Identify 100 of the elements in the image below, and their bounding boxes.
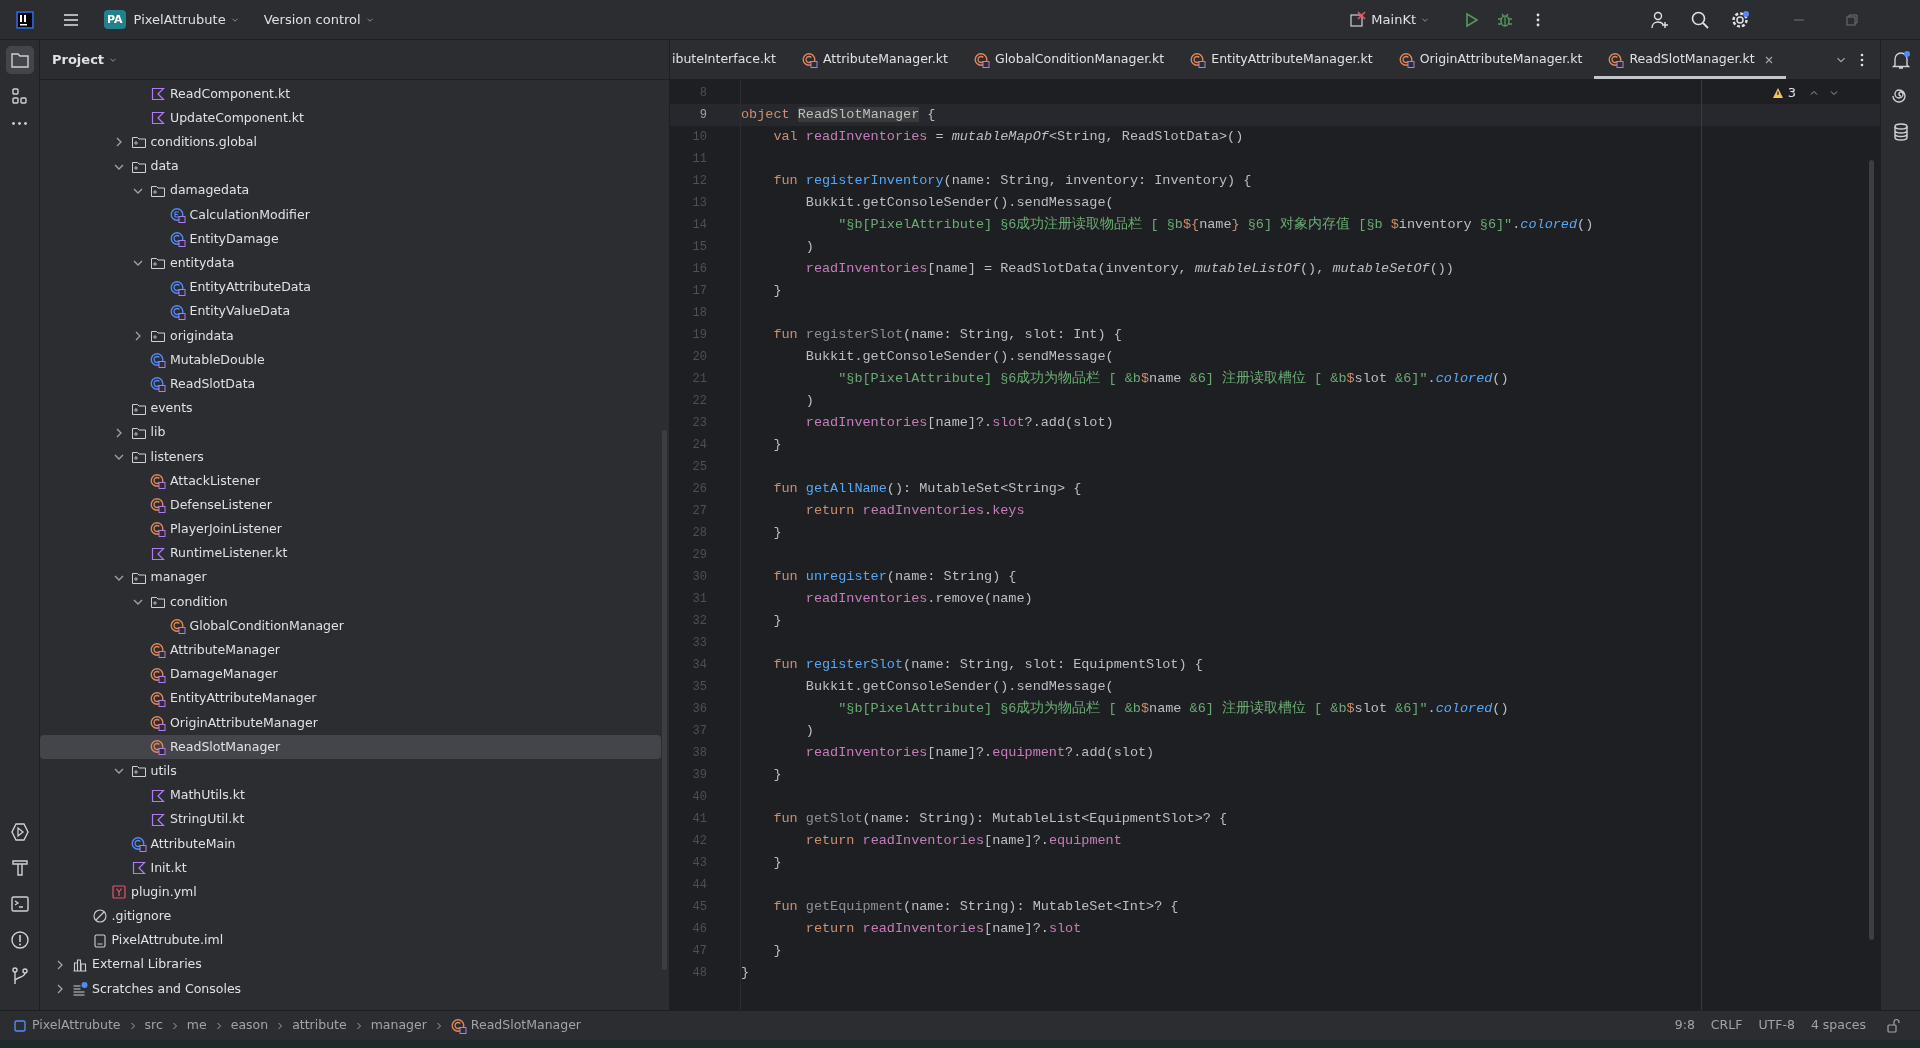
breadcrumb[interactable]: ReadSlotManager (448, 1016, 583, 1035)
code-line: } (772, 854, 783, 872)
vcs-selector[interactable]: Version control (259, 9, 379, 30)
editor-tab[interactable]: GlobalConditionManager.kt (959, 40, 1177, 79)
breadcrumb[interactable]: eason (228, 1016, 271, 1035)
editor-tab[interactable]: ibuteInterface.kt (670, 40, 788, 79)
code-line: fun registerSlot(name: String, slot: EquipmentSlot) { (772, 656, 1204, 674)
tree-item[interactable]: EntityAttributeManager (40, 686, 661, 711)
tree-item[interactable]: DamageManager (40, 662, 661, 687)
code-line: fun getAllName(): MutableSet<String> { (772, 480, 1083, 498)
app-logo-icon[interactable] (16, 10, 34, 29)
code-line: return readInventories.keys (804, 502, 1026, 520)
dots-icon (12, 122, 27, 125)
editor-tab[interactable]: AttributeManager.kt (788, 40, 960, 79)
tree-item[interactable]: .gitignore (40, 904, 661, 929)
tree-item[interactable]: manager (40, 565, 661, 590)
code-line: fun registerSlot(name: String, slot: Int) { (772, 326, 1123, 344)
code-line: return readInventories[name]?.slot (804, 920, 1083, 938)
folder-icon (150, 594, 166, 611)
breadcrumb[interactable]: me (184, 1016, 209, 1035)
tree-item[interactable]: ReadSlotManager (40, 735, 661, 760)
close-icon[interactable] (1763, 54, 1774, 65)
editor-tab[interactable]: ReadSlotManager.kt (1594, 40, 1786, 79)
tree-item[interactable]: DefenseListener (40, 493, 661, 518)
tree-item[interactable]: EntityAttributeData (40, 275, 661, 300)
code-line: } (772, 524, 783, 542)
tree-item[interactable]: plugin.yml (40, 880, 661, 905)
tree-item[interactable]: utils (40, 759, 661, 784)
tree-item[interactable]: AttributeMain (40, 831, 661, 856)
project-tool-button[interactable] (5, 46, 34, 74)
folder-icon (150, 255, 166, 272)
scrollbar[interactable] (662, 430, 667, 970)
object-icon (169, 618, 186, 635)
warning-icon (1771, 86, 1784, 99)
tree-item[interactable]: ReadSlotData (40, 372, 661, 397)
code-line: fun unregister(name: String) { (772, 568, 1018, 586)
tree-item[interactable]: lib (40, 420, 661, 445)
breadcrumb[interactable]: manager (368, 1016, 429, 1035)
hammer-icon (9, 858, 30, 878)
tree-item[interactable]: listeners (40, 444, 661, 469)
tree-item[interactable]: Init.kt (40, 856, 661, 881)
object-icon (150, 642, 166, 659)
tree-item[interactable]: MutableDouble (40, 348, 661, 373)
status-item[interactable]: 9:8 (1666, 1016, 1703, 1035)
restore-icon (1844, 11, 1860, 28)
tree-item[interactable]: MathUtils.kt (40, 783, 661, 808)
tree-item[interactable]: EntityDamage (40, 227, 661, 252)
code-line: "§b[PixelAttribute] §6成功为物品栏 [ &b$name &6] 注册读取槽位 [ &b$slot &6]".colored() (837, 699, 1510, 718)
tree-item[interactable]: AttributeManager (40, 638, 661, 663)
status-item[interactable]: CRLF (1702, 1016, 1751, 1035)
tree-item[interactable]: AttackListener (40, 469, 661, 494)
terminal-icon (9, 894, 30, 914)
tree-item[interactable]: condition (40, 589, 661, 615)
search-icon (1690, 9, 1710, 30)
structure-icon (9, 86, 30, 106)
code-line: readInventories[name]?.equipment?.add(slot) (804, 744, 1156, 762)
code-line: Bukkit.getConsoleSender().sendMessage( (804, 678, 1115, 696)
object-icon (802, 51, 818, 68)
code-line: Bukkit.getConsoleSender().sendMessage( (804, 348, 1115, 366)
tree-item[interactable]: OriginAttributeManager (40, 710, 661, 736)
tree-item[interactable]: UpdateComponent.kt (40, 106, 661, 131)
object-icon (1190, 51, 1207, 68)
status-item[interactable]: 4 spaces (1802, 1016, 1874, 1035)
kotlin-file-icon (150, 545, 166, 562)
tree-item[interactable]: damagedata (40, 178, 661, 203)
tree-item[interactable]: StringUtil.kt (40, 807, 661, 832)
tree-item[interactable]: External Libraries (40, 952, 661, 977)
tree-item[interactable]: GlobalConditionManager (40, 614, 661, 639)
code-line: "§b[PixelAttribute] §6成功注册读取物品栏 [ §b${name} §6] 对象内存值 [§b $inventory §6]".colored() (837, 215, 1595, 234)
tree-item[interactable]: PixelAttrubute.iml (40, 928, 661, 953)
workspace-switcher[interactable]: PA PixelAttrubute (100, 6, 244, 33)
tree-item[interactable]: CalculationModifier (40, 202, 661, 228)
branch-icon (9, 966, 30, 986)
tree-item[interactable]: RuntimeListener.kt (40, 541, 661, 566)
tree-item[interactable]: origindata (40, 323, 661, 349)
warnings-indicator[interactable]: 3 (1771, 86, 1796, 99)
editor-tab[interactable]: OriginAttributeManager.kt (1384, 40, 1595, 79)
tree-item[interactable]: ReadComponent.kt (40, 82, 661, 107)
editor-tab[interactable]: EntityAttributeManager.kt (1176, 40, 1385, 79)
run-configuration-selector[interactable]: MainKt (1345, 6, 1434, 33)
breadcrumb[interactable]: PixelAttrubute (10, 1016, 123, 1035)
kotlin-file-icon (150, 110, 166, 127)
tree-item[interactable]: entitydata (40, 251, 661, 276)
tree-item[interactable]: Scratches and Consoles (40, 976, 661, 1002)
tree-item[interactable]: EntityValueData (40, 299, 661, 324)
tree-item[interactable]: PlayerJoinListener (40, 517, 661, 542)
tree-item[interactable]: conditions.global (40, 130, 661, 155)
object-icon (150, 690, 166, 707)
code-line: } (772, 766, 783, 784)
breadcrumb[interactable]: attribute (290, 1016, 349, 1035)
tool-window-title[interactable]: Project (52, 53, 119, 66)
tree-item[interactable]: data (40, 154, 661, 179)
scrollbar[interactable] (1869, 160, 1874, 940)
breadcrumb[interactable]: src (142, 1016, 165, 1035)
kotlin-file-icon (150, 811, 166, 828)
tree-item[interactable]: events (40, 396, 661, 421)
status-item[interactable]: UTF-8 (1750, 1016, 1803, 1035)
object-icon (450, 1017, 467, 1034)
project-badge: PA (104, 10, 126, 29)
class-icon (150, 376, 166, 393)
